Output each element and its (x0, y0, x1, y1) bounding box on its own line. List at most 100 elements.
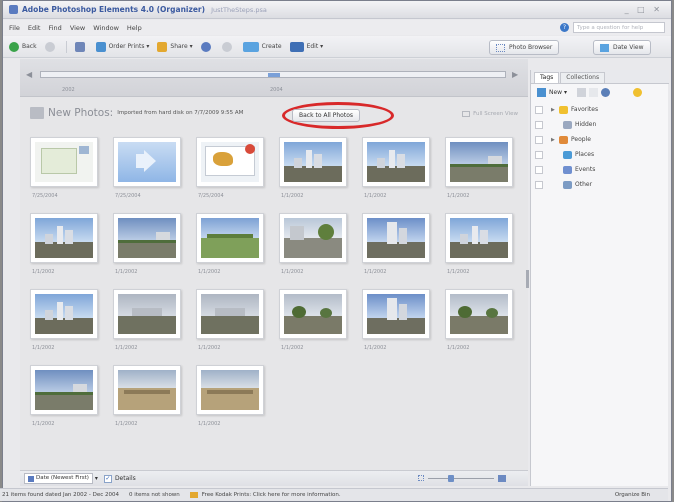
sort-order-select[interactable]: Date (Newest First) (24, 473, 93, 484)
photo-thumbnail[interactable]: 1/1/2002 (192, 361, 272, 435)
photo-thumbnail[interactable]: 1/1/2002 (358, 209, 438, 283)
tag-row-other[interactable]: Other (531, 177, 669, 192)
new-tag-button[interactable]: New ▾ (549, 89, 567, 96)
back-button[interactable]: Back (9, 41, 37, 52)
date-view-button[interactable]: Date View (593, 40, 651, 55)
tag-row-places[interactable]: Places (531, 147, 669, 162)
tag-row-events[interactable]: Events (531, 162, 669, 177)
photo-thumbnail[interactable]: 7/25/2004 (192, 133, 272, 207)
photo-thumbnail[interactable]: 1/1/2002 (192, 209, 272, 283)
menu-file[interactable]: File (9, 24, 20, 32)
photo-thumbnail[interactable]: 1/1/2002 (275, 285, 355, 359)
photo-thumbnail[interactable]: 7/25/2004 (26, 133, 106, 207)
photo-thumbnail[interactable]: 1/1/2002 (26, 209, 106, 283)
photo-thumbnail[interactable]: 1/1/2002 (26, 285, 106, 359)
kodak-prints-link[interactable]: Free Kodak Prints: Click here for more i… (202, 492, 341, 498)
tab-collections[interactable]: Collections (560, 72, 606, 83)
edit-icon (289, 41, 304, 52)
create-label: Create (261, 43, 282, 50)
tag-checkbox[interactable] (535, 150, 543, 159)
tag-checkbox[interactable] (535, 135, 543, 144)
photo-image (284, 218, 342, 258)
menu-view[interactable]: View (70, 24, 85, 32)
forward-button[interactable] (44, 41, 58, 52)
menu-bar: File Edit Find View Window Help (3, 20, 671, 35)
tag-category-icon (559, 105, 568, 114)
thumbnail-frame (362, 137, 430, 187)
thumbnail-frame (362, 213, 430, 263)
thumbnail-frame (196, 213, 264, 263)
timeline-marker[interactable] (268, 73, 280, 77)
tag-label: Events (575, 166, 596, 173)
title-bar: Adobe Photoshop Elements 4.0 (Organizer)… (3, 1, 671, 19)
delete-tag-icon[interactable] (589, 87, 599, 97)
thumbnail-view-button[interactable] (74, 41, 88, 52)
photo-thumbnail[interactable]: 1/1/2002 (441, 133, 521, 207)
photo-image (367, 218, 425, 258)
photo-thumbnail[interactable]: 1/1/2002 (358, 133, 438, 207)
photo-thumbnail[interactable]: 1/1/2002 (441, 209, 521, 283)
details-checkbox[interactable]: ✓ (103, 474, 112, 483)
expand-triangle-icon[interactable]: ▶ (551, 107, 555, 113)
tag-row-people[interactable]: ▶ People (531, 132, 669, 147)
back-to-all-photos-button[interactable]: Back to All Photos (292, 109, 360, 122)
photo-thumbnail[interactable]: 1/1/2002 (441, 285, 521, 359)
share-button[interactable]: Share ▾ (157, 41, 193, 52)
photo-browser-button[interactable]: Photo Browser (489, 40, 560, 55)
small-thumb-icon[interactable] (418, 475, 424, 481)
photo-thumbnail[interactable]: 1/1/2002 (109, 285, 189, 359)
create-button[interactable]: Create (242, 41, 282, 52)
sort-dropdown-icon[interactable]: ▾ (95, 475, 98, 482)
lightbulb-icon[interactable] (633, 87, 643, 97)
large-thumb-icon[interactable] (498, 475, 506, 482)
photo-thumbnail[interactable]: 1/1/2002 (275, 209, 355, 283)
menu-window[interactable]: Window (93, 24, 119, 32)
photo-thumbnail[interactable]: 1/1/2002 (109, 361, 189, 435)
help-search-input[interactable]: Type a question for help (573, 22, 665, 33)
photo-thumbnail[interactable]: 1/1/2002 (275, 133, 355, 207)
photo-thumbnail[interactable]: 1/1/2002 (26, 361, 106, 435)
rotate-left-button[interactable] (200, 41, 214, 52)
status-bar: 21 items found dated Jan 2002 - Dec 2004… (0, 488, 668, 501)
tag-row-hidden[interactable]: Hidden (531, 117, 669, 132)
menu-find[interactable]: Find (48, 24, 61, 32)
photo-image (35, 294, 93, 334)
menu-edit[interactable]: Edit (28, 24, 41, 32)
photo-date: 1/1/2002 (32, 421, 55, 427)
photo-date: 1/1/2002 (281, 269, 304, 275)
rotate-right-icon (221, 41, 232, 52)
edit-tag-icon[interactable] (577, 87, 587, 97)
window-controls[interactable]: _ □ ✕ (625, 5, 663, 14)
timeline-left-arrow-icon[interactable]: ◀ (26, 70, 36, 80)
order-prints-button[interactable]: Order Prints ▾ (95, 41, 149, 52)
thumbnail-frame (445, 213, 513, 263)
photo-image (35, 142, 93, 182)
thumbnail-size-slider[interactable] (418, 475, 508, 482)
folder-icon (30, 107, 44, 119)
expand-triangle-icon[interactable]: ▶ (551, 137, 555, 143)
tag-checkbox[interactable] (535, 180, 543, 189)
photo-thumbnail[interactable]: 7/25/2004 (109, 133, 189, 207)
tag-checkbox[interactable] (535, 120, 543, 129)
timeline[interactable]: ◀ ▶ 2002 2004 (20, 59, 528, 97)
full-screen-view-button[interactable]: Full Screen View (462, 111, 518, 117)
sort-icon (28, 475, 34, 482)
menu-help[interactable]: Help (127, 24, 142, 32)
tab-tags[interactable]: Tags (534, 72, 560, 83)
photo-thumbnail[interactable]: 1/1/2002 (192, 285, 272, 359)
photo-thumbnail[interactable]: 1/1/2002 (109, 209, 189, 283)
photo-date: 1/1/2002 (281, 193, 304, 199)
slider-knob[interactable] (448, 475, 454, 482)
rotate-right-button[interactable] (221, 41, 235, 52)
back-arrow-icon (9, 41, 19, 52)
photo-thumbnail[interactable]: 1/1/2002 (358, 285, 438, 359)
panel-resize-handle[interactable] (526, 270, 529, 288)
help-icon[interactable]: ? (560, 23, 569, 32)
tag-checkbox[interactable] (535, 165, 543, 174)
timeline-right-arrow-icon[interactable]: ▶ (512, 70, 522, 80)
edit-button[interactable]: Edit ▾ (289, 41, 323, 52)
tag-row-favorites[interactable]: ▶ Favorites (531, 102, 669, 117)
find-faces-icon[interactable] (601, 87, 611, 97)
tag-checkbox[interactable] (535, 105, 543, 114)
organize-bin-button[interactable]: Organize Bin (615, 492, 650, 498)
